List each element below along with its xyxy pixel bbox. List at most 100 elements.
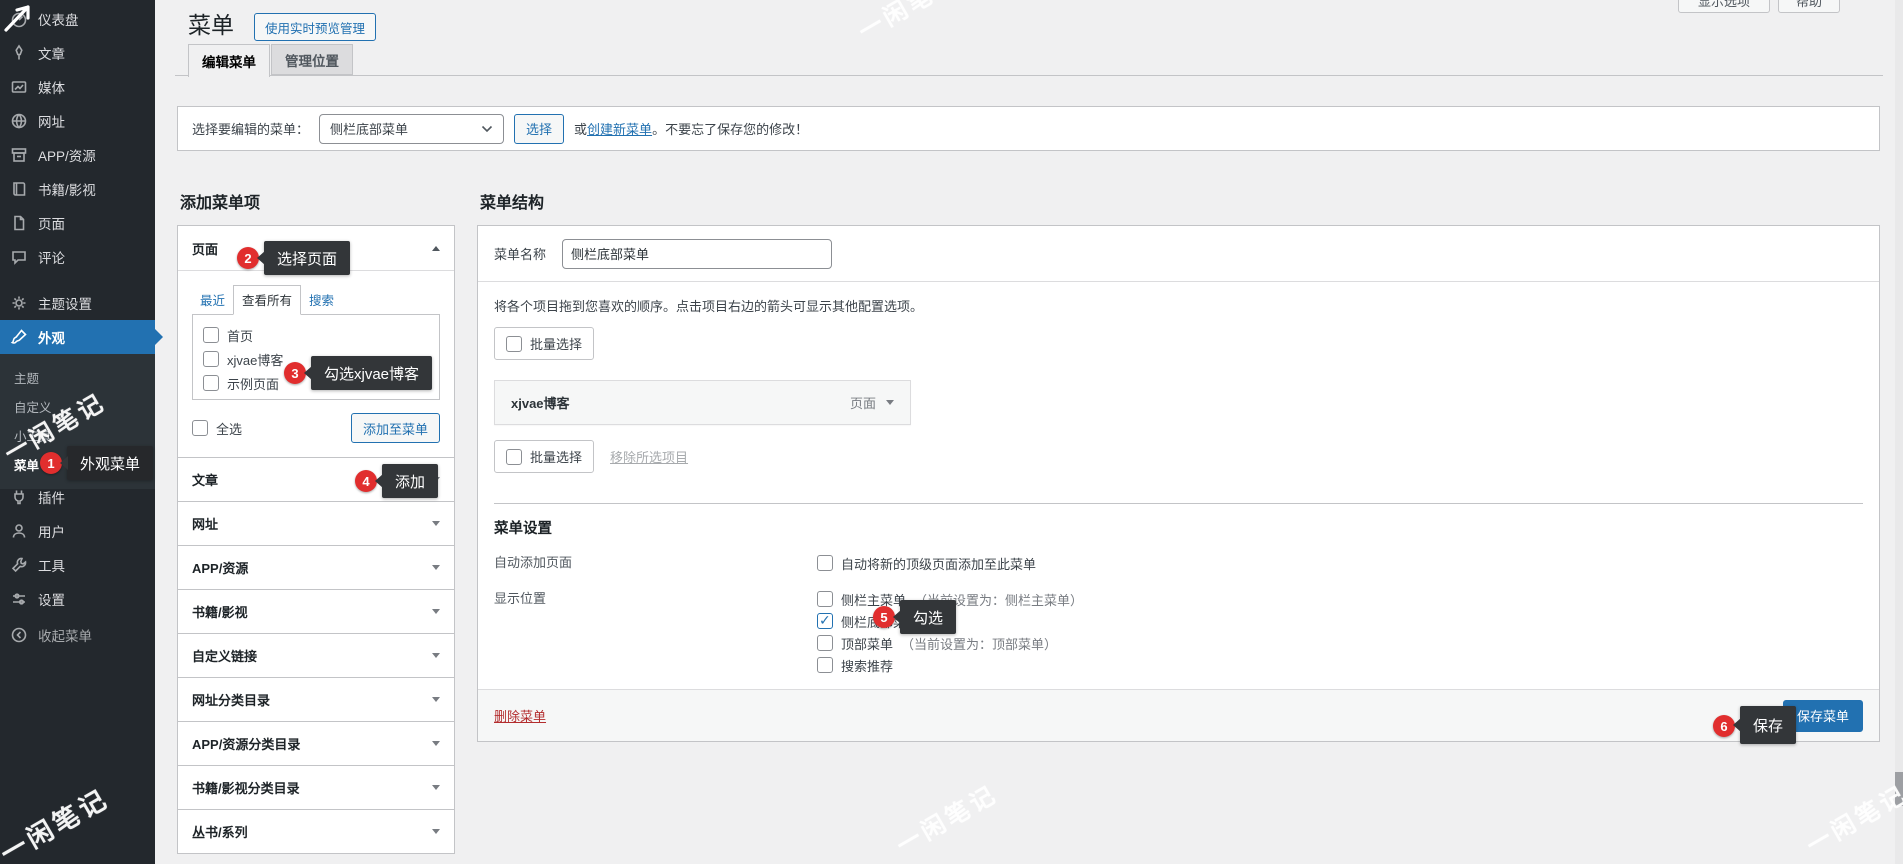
location-note: （当前设置为：顶部菜单） [901, 634, 1057, 653]
accordion-section-link-categories[interactable]: 网址分类目录 [178, 677, 454, 721]
step-badge-1: 1 [40, 452, 62, 474]
accordion-section-label: 丛书/系列 [192, 822, 248, 841]
bulk-select-checkbox[interactable] [506, 449, 522, 465]
sidebar-item-tools[interactable]: 工具 [0, 548, 155, 582]
collapse-menu-button[interactable]: 收起菜单 [0, 618, 155, 652]
watermark-top: 一闲笔记 [851, 0, 965, 47]
book-icon [9, 179, 29, 199]
sidebar-item-theme-settings[interactable]: 主题设置 [0, 286, 155, 320]
sidebar-item-label: 设置 [38, 589, 65, 609]
select-all-checkbox[interactable] [192, 420, 208, 436]
location-sidebar-main-checkbox[interactable] [817, 591, 833, 607]
collapse-arrow-icon [9, 625, 29, 645]
pin-icon [9, 43, 29, 63]
add-to-menu-button[interactable]: 添加至菜单 [351, 413, 440, 443]
step-tooltip-6: 保存 [1740, 706, 1796, 744]
accordion-section-app-categories[interactable]: APP/资源分类目录 [178, 721, 454, 765]
sidebar-item-links[interactable]: 网址 [0, 104, 155, 138]
tab-manage-locations[interactable]: 管理位置 [271, 44, 353, 75]
watermark-bottom-middle: 一闲笔记 [889, 774, 1003, 860]
create-new-menu-link[interactable]: 创建新菜单 [587, 122, 652, 137]
screen-options-label: 显示选项 [1698, 0, 1750, 10]
sidebar-item-label: 媒体 [38, 77, 65, 97]
accordion-section-label: APP/资源分类目录 [192, 734, 300, 753]
bulk-select-checkbox[interactable] [506, 336, 522, 352]
menu-structure-heading: 菜单结构 [480, 189, 544, 213]
accordion-section-label: APP/资源 [192, 558, 248, 577]
pages-panel-tabs: 最近 查看所有 搜索 [192, 285, 440, 314]
help-label: 帮助 [1796, 0, 1822, 10]
sidebar-item-media[interactable]: 媒体 [0, 70, 155, 104]
tab-view-all[interactable]: 查看所有 [233, 285, 301, 315]
sidebar-item-app-resources[interactable]: APP/资源 [0, 138, 155, 172]
tab-most-recent[interactable]: 最近 [192, 286, 233, 314]
location-sidebar-bottom-checkbox[interactable] [817, 613, 833, 629]
sidebar-item-label: 外观 [38, 327, 65, 347]
menu-name-input[interactable] [562, 239, 832, 269]
menu-item-xjvae-blog[interactable]: xjvae博客 页面 [494, 380, 911, 425]
bulk-select-toggle[interactable]: 批量选择 [494, 440, 594, 473]
menu-select-dropdown[interactable]: 侧栏底部菜单 [319, 114, 504, 144]
accordion-section-label: 文章 [192, 470, 218, 489]
scrollbar-thumb[interactable] [1895, 772, 1903, 806]
tab-bar-divider [175, 75, 1883, 76]
sidebar-item-label: 主题设置 [38, 293, 92, 313]
brush-icon [9, 327, 29, 347]
sidebar-item-label: 用户 [38, 521, 65, 541]
sidebar-item-label: 工具 [38, 555, 65, 575]
accordion-section-label: 页面 [192, 239, 218, 258]
sidebar-item-label: 页面 [38, 213, 65, 233]
tab-label: 编辑菜单 [202, 51, 256, 71]
page-title: 菜单 [188, 6, 234, 40]
bulk-select-toggle[interactable]: 批量选择 [494, 327, 594, 360]
select-menu-button[interactable]: 选择 [514, 114, 564, 144]
tab-search[interactable]: 搜索 [301, 286, 342, 314]
or-text: 或 [574, 122, 587, 137]
step-badge-3: 3 [284, 362, 306, 384]
list-item: 首页 [203, 323, 429, 347]
tab-edit-menus[interactable]: 编辑菜单 [188, 44, 270, 77]
chevron-down-icon[interactable] [886, 400, 894, 405]
accordion-section-app-resources[interactable]: APP/资源 [178, 545, 454, 589]
step-badge-2: 2 [237, 247, 259, 269]
sidebar-item-settings[interactable]: 设置 [0, 582, 155, 616]
accordion-section-book-categories[interactable]: 书籍/影视分类目录 [178, 765, 454, 809]
chevron-down-icon [432, 609, 440, 614]
location-top-menu-checkbox[interactable] [817, 635, 833, 651]
chevron-up-icon [432, 246, 440, 251]
select-all-row: 全选 添加至菜单 [192, 413, 440, 443]
live-preview-button[interactable]: 使用实时预览管理 [254, 13, 376, 41]
page-xjvae-blog-checkbox[interactable] [203, 351, 219, 367]
location-search-recommend-checkbox[interactable] [817, 657, 833, 673]
sidebar-item-books-movies[interactable]: 书籍/影视 [0, 172, 155, 206]
submenu-item-customize[interactable]: 自定义 [0, 392, 155, 421]
sidebar-item-posts[interactable]: 文章 [0, 36, 155, 70]
sidebar-item-comments[interactable]: 评论 [0, 240, 155, 274]
delete-menu-link[interactable]: 删除菜单 [494, 706, 546, 725]
chevron-down-icon [432, 565, 440, 570]
menu-item-title: xjvae博客 [511, 393, 570, 412]
menu-structure-box: 菜单名称 将各个项目拖到您喜欢的顺序。点击项目右边的箭头可显示其他配置选项。 批… [477, 225, 1880, 742]
sidebar-item-appearance[interactable]: 外观 [0, 320, 155, 354]
page-home-checkbox[interactable] [203, 327, 219, 343]
submenu-item-themes[interactable]: 主题 [0, 363, 155, 392]
accordion-section-custom-links[interactable]: 自定义链接 [178, 633, 454, 677]
accordion-section-books-movies[interactable]: 书籍/影视 [178, 589, 454, 633]
page-label: 首页 [227, 326, 253, 345]
menu-settings-heading: 菜单设置 [494, 517, 1863, 538]
help-button[interactable]: 帮助 [1778, 0, 1840, 13]
display-location-label: 显示位置 [494, 588, 817, 676]
display-location-row: 显示位置 侧栏主菜单 （当前设置为：侧栏主菜单） 侧栏底部菜单 [494, 588, 1863, 676]
sidebar-item-pages[interactable]: 页面 [0, 206, 155, 240]
step-tooltip-2: 选择页面 [264, 241, 350, 275]
auto-add-checkbox[interactable] [817, 555, 833, 571]
sidebar-item-plugins[interactable]: 插件 [0, 480, 155, 514]
step-badge-6: 6 [1713, 715, 1735, 737]
remove-selected-link[interactable]: 移除所选项目 [610, 447, 688, 466]
accordion-section-links[interactable]: 网址 [178, 501, 454, 545]
sidebar-item-label: APP/资源 [38, 145, 96, 165]
page-sample-checkbox[interactable] [203, 375, 219, 391]
screen-options-button[interactable]: 显示选项 [1678, 0, 1770, 13]
accordion-section-series[interactable]: 丛书/系列 [178, 809, 454, 853]
sidebar-item-users[interactable]: 用户 [0, 514, 155, 548]
